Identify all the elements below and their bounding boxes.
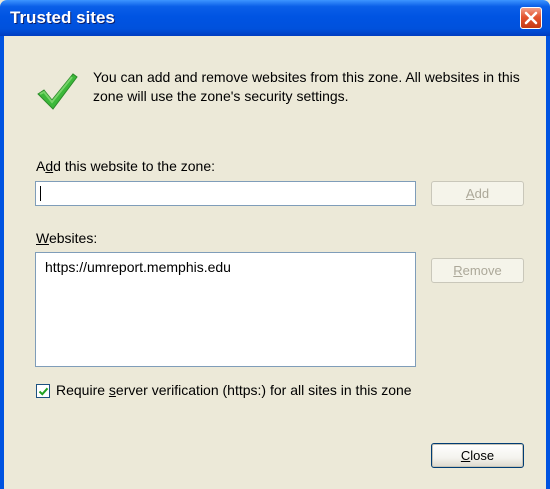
title-bar: Trusted sites — [0, 0, 550, 36]
close-button[interactable]: Close — [431, 443, 524, 468]
window-close-button[interactable] — [520, 7, 542, 29]
websites-list[interactable]: https://umreport.memphis.edu — [35, 252, 416, 367]
add-website-input[interactable] — [35, 181, 416, 206]
intro-text: You can add and remove websites from thi… — [93, 69, 520, 104]
add-button[interactable]: Add — [431, 181, 524, 206]
text-caret — [40, 186, 41, 201]
add-website-label: Add this website to the zone: — [36, 158, 216, 174]
server-verification-checkbox[interactable] — [36, 384, 50, 398]
checkbox-check-icon — [38, 387, 49, 396]
checkmark-icon — [37, 73, 78, 110]
websites-label: Websites: — [36, 230, 98, 246]
window-title: Trusted sites — [10, 8, 115, 27]
close-icon — [524, 11, 538, 25]
server-verification-label[interactable]: Require server verification (https:) for… — [56, 382, 412, 398]
list-item[interactable]: https://umreport.memphis.edu — [45, 259, 231, 275]
remove-button[interactable]: Remove — [431, 258, 524, 283]
window-frame-left — [0, 36, 4, 489]
window-frame-right — [546, 36, 550, 489]
